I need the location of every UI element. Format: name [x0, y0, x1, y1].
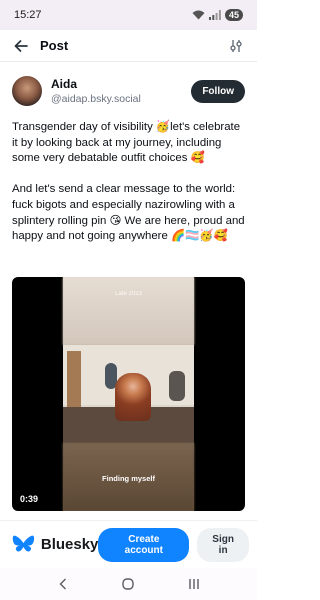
video-subject: [115, 373, 151, 421]
video-blur-top: [63, 277, 194, 345]
battery-badge: 45: [224, 9, 243, 21]
chevron-left-icon[interactable]: [55, 576, 71, 592]
author-info: Aida @aidap.bsky.social: [51, 77, 141, 106]
status-bar: 15:27 45: [0, 0, 257, 30]
post-text: Transgender day of visibility 🥳let's cel…: [12, 121, 245, 243]
sign-in-button[interactable]: Sign in: [197, 527, 249, 562]
video-caption-top: Late 2023: [115, 291, 142, 297]
app-header: Post: [0, 30, 257, 62]
video-player[interactable]: Late 2023 Finding myself 0:39: [12, 277, 245, 511]
circle-icon[interactable]: [120, 576, 136, 592]
follow-button[interactable]: Follow: [191, 79, 245, 103]
brand-name: Bluesky: [40, 536, 99, 553]
create-account-button[interactable]: Create account: [98, 527, 190, 562]
status-time: 15:27: [14, 9, 42, 21]
author-handle[interactable]: @aidap.bsky.social: [51, 92, 141, 106]
sliders-icon[interactable]: [229, 39, 243, 53]
system-nav-bar: [0, 568, 257, 600]
video-still: [63, 345, 194, 443]
avatar[interactable]: [12, 76, 42, 106]
page-title: Post: [40, 38, 69, 53]
video-frame: Late 2023 Finding myself: [63, 277, 194, 511]
signup-bar: Bluesky Create account Sign in: [0, 520, 257, 568]
butterfly-icon: [12, 535, 35, 552]
bars-icon[interactable]: [186, 576, 202, 592]
author-row: Aida @aidap.bsky.social Follow: [12, 74, 245, 108]
signal-icon: [208, 10, 221, 20]
arrow-left-icon[interactable]: [14, 38, 30, 54]
video-duration: 0:39: [20, 494, 39, 504]
status-icons: 45: [192, 9, 243, 21]
post: Aida @aidap.bsky.social Follow Transgend…: [0, 62, 257, 245]
author-display-name[interactable]: Aida: [51, 77, 141, 92]
wifi-icon: [192, 10, 205, 20]
video-caption-bottom: Finding myself: [102, 474, 155, 483]
